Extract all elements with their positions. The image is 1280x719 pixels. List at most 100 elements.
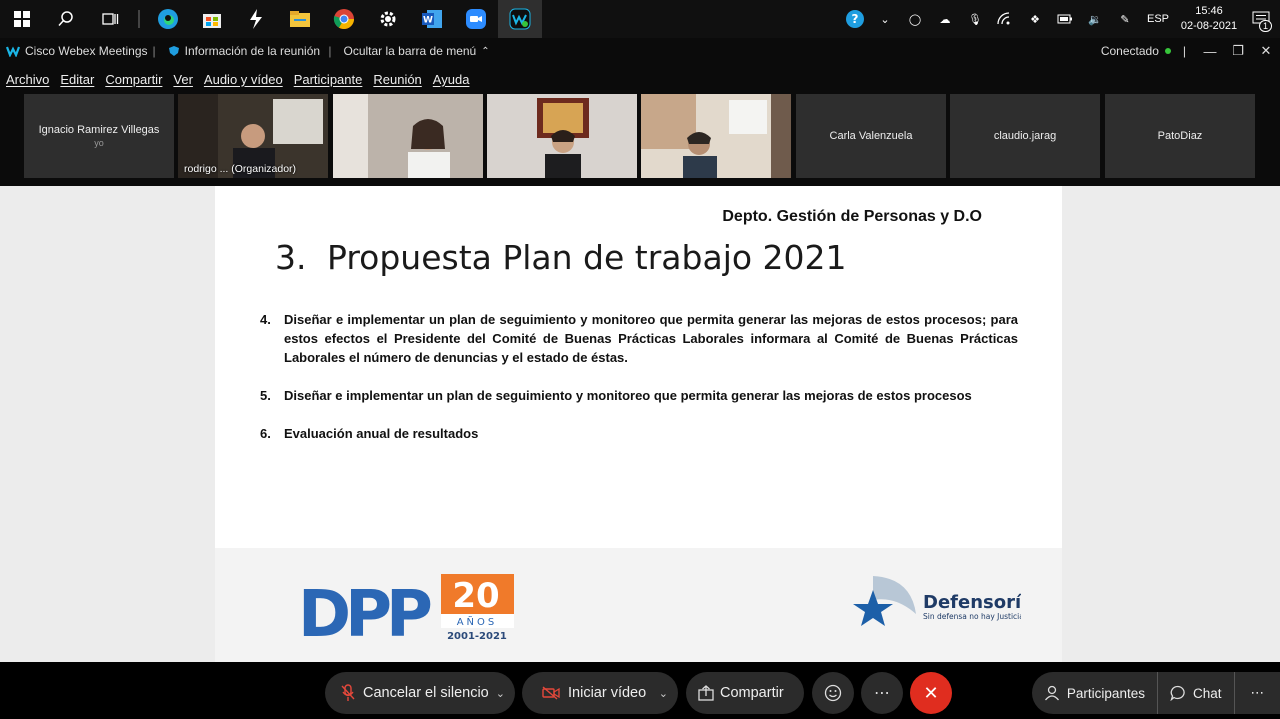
slide-title: 3. Propuesta Plan de trabajo 2021 [275, 238, 847, 277]
share-button[interactable]: Compartir [686, 672, 804, 714]
word-icon[interactable]: W [410, 0, 454, 38]
slide-department: Depto. Gestión de Personas y D.O [722, 208, 982, 225]
chat-button[interactable]: Chat [1157, 672, 1234, 714]
menu-ayuda[interactable]: Ayuda [433, 72, 470, 87]
unmute-button[interactable]: Cancelar el silencio ⌄ [325, 672, 515, 714]
meeting-info-label: Información de la reunión [184, 44, 321, 58]
chevron-up-icon: ⌃ [481, 45, 490, 57]
connected-dot-icon [1164, 48, 1171, 54]
participant-video-icon [641, 94, 791, 178]
chevron-down-icon[interactable]: ⌄ [496, 687, 505, 700]
search-icon[interactable] [44, 0, 88, 38]
participant-video-icon [487, 94, 637, 178]
more-options-button[interactable]: ⋯ [861, 672, 903, 714]
defensoria-tagline: Sin defensa no hay Justicia [923, 612, 1021, 621]
participant-video-tile[interactable] [641, 94, 791, 178]
app-icon[interactable] [234, 0, 278, 38]
slide-footer: DPP 20 AÑOS 2001-2021 Defensoría Sin def… [215, 548, 1062, 662]
participant-tile[interactable]: PatoDiaz [1105, 94, 1255, 178]
menu-compartir[interactable]: Compartir [105, 72, 162, 87]
muted-microphone-icon [341, 684, 355, 701]
microphone-icon[interactable]: 🎙 [960, 0, 990, 38]
participant-tile[interactable]: Ignacio Ramirez Villegas yo [24, 94, 174, 178]
webex-logo-icon [6, 46, 20, 57]
list-item-number: 4. [260, 312, 271, 327]
menu-editar[interactable]: Editar [60, 72, 94, 87]
minimize-button[interactable]: — [1196, 44, 1224, 59]
menu-ver[interactable]: Ver [173, 72, 193, 87]
app-name: Cisco Webex Meetings [25, 44, 148, 58]
meeting-control-bar: Cancelar el silencio ⌄ Iniciar vídeo ⌄ C… [0, 662, 1280, 719]
reactions-button[interactable] [812, 672, 854, 714]
pen-icon[interactable]: ✎ [1110, 0, 1140, 38]
participant-video-tile[interactable] [487, 94, 637, 178]
share-label: Compartir [720, 685, 784, 701]
clock-time: 15:46 [1195, 5, 1223, 17]
chrome-icon[interactable] [322, 0, 366, 38]
slide-item-list: 4. Diseñar e implementar un plan de segu… [260, 310, 1018, 462]
end-meeting-button[interactable]: ✕ [910, 672, 952, 714]
dpp-logo-anos: AÑOS [457, 615, 498, 628]
svg-text:?: ? [852, 12, 859, 26]
participant-name: claudio.jarag [993, 130, 1057, 142]
start-video-button[interactable]: Iniciar vídeo ⌄ [522, 672, 678, 714]
chevron-up-icon[interactable]: ⌄ [870, 0, 900, 38]
app-title: Cisco Webex Meetings | [0, 44, 162, 58]
menu-archivo[interactable]: Archivo [6, 72, 49, 87]
participant-video-tile[interactable] [333, 94, 483, 178]
participants-label: Participantes [1066, 685, 1145, 701]
participant-strip: Ignacio Ramirez Villegas yo rodrigo ... … [0, 94, 1280, 186]
edge-icon[interactable] [146, 0, 190, 38]
list-item-text: Diseñar e implementar un plan de seguimi… [284, 312, 1018, 365]
hide-menu-label: Ocultar la barra de menú [343, 44, 477, 58]
camera-icon[interactable]: ◯ [900, 0, 930, 38]
restore-button[interactable]: ❐ [1224, 43, 1252, 59]
volume-icon[interactable]: 🔉 [1080, 0, 1110, 38]
battery-icon[interactable] [1050, 0, 1080, 38]
meeting-info-button[interactable]: Información de la reunión | [162, 44, 338, 58]
list-item-number: 5. [260, 388, 271, 403]
file-explorer-icon[interactable] [278, 0, 322, 38]
windows-taskbar: W ? ⌄ ◯ ☁ 🎙 ❖ 🔉 ✎ ESP 15:46 02-08-2021 1 [0, 0, 1280, 38]
participant-video-tile[interactable]: rodrigo ... (Organizador) [178, 94, 328, 178]
chat-label: Chat [1192, 685, 1222, 701]
participant-tile[interactable]: claudio.jarag [950, 94, 1100, 178]
dropbox-icon[interactable]: ❖ [1020, 0, 1050, 38]
menu-reunion[interactable]: Reunión [373, 72, 421, 87]
list-item: 4. Diseñar e implementar un plan de segu… [260, 310, 1018, 367]
participants-button[interactable]: Participantes [1031, 672, 1157, 714]
store-icon[interactable] [190, 0, 234, 38]
chevron-down-icon[interactable]: ⌄ [659, 687, 668, 700]
participant-name: rodrigo ... (Organizador) [184, 163, 297, 175]
participant-sub: yo [94, 138, 104, 148]
dpp-logo-text: DPP [298, 578, 431, 642]
close-button[interactable]: ✕ [1252, 43, 1280, 59]
windows-start-icon[interactable] [0, 0, 44, 38]
notification-badge: 1 [1258, 20, 1272, 32]
language-indicator[interactable]: ESP [1140, 0, 1176, 38]
hide-menu-button[interactable]: Ocultar la barra de menú ⌃ [338, 44, 496, 58]
connection-status: Conectado [1100, 44, 1159, 58]
menu-audio-video[interactable]: Audio y vídeo [204, 72, 283, 87]
settings-icon[interactable] [366, 0, 410, 38]
participant-video-icon [333, 94, 483, 178]
cloud-icon[interactable]: ☁ [930, 0, 960, 38]
participant-name: Ignacio Ramirez Villegas [38, 124, 160, 136]
list-item: 6. Evaluación anual de resultados [260, 424, 1018, 443]
zoom-icon[interactable] [454, 0, 498, 38]
clock[interactable]: 15:46 02-08-2021 [1176, 4, 1242, 34]
webex-title-bar: Cisco Webex Meetings | Información de la… [0, 38, 1280, 64]
participant-tile[interactable]: Carla Valenzuela [796, 94, 946, 178]
webex-icon[interactable] [498, 0, 542, 38]
panel-more-button[interactable]: ⋯ [1234, 672, 1280, 714]
menu-participante[interactable]: Participante [294, 72, 363, 87]
notification-icon[interactable]: 1 [1242, 0, 1280, 38]
right-panel-controls: Participantes Chat ⋯ [1031, 672, 1280, 714]
slide-title-text: Propuesta Plan de trabajo 2021 [327, 238, 847, 277]
help-icon[interactable]: ? [840, 0, 870, 38]
dpp-20-anos-logo: DPP 20 AÑOS 2001-2021 [298, 574, 514, 642]
smiley-icon [824, 684, 842, 702]
wifi-icon[interactable] [990, 0, 1020, 38]
taskbar-divider [138, 10, 140, 28]
task-view-icon[interactable] [88, 0, 132, 38]
